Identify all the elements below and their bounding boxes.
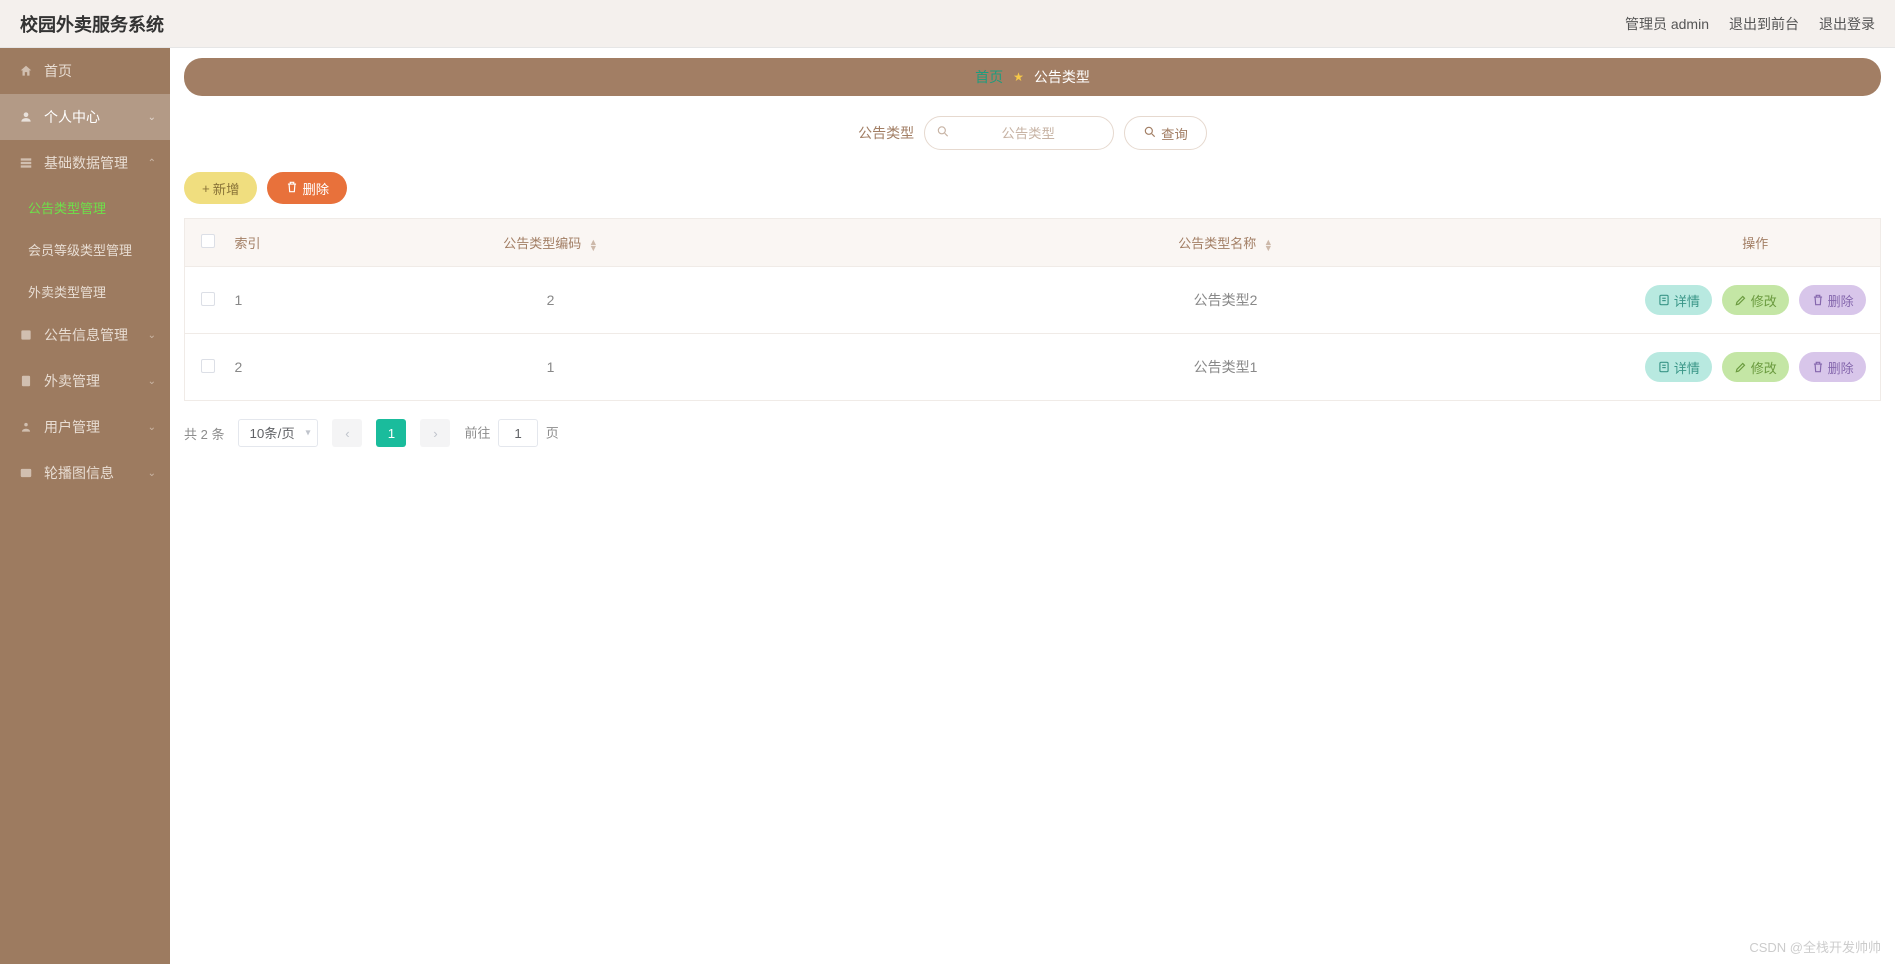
next-page-button[interactable]: › xyxy=(420,419,450,447)
users-icon xyxy=(18,420,34,434)
edit-button[interactable]: 修改 xyxy=(1722,285,1789,315)
search-row: 公告类型 查询 xyxy=(184,116,1881,150)
sidebar-label: 首页 xyxy=(44,61,72,81)
sidebar-item-carousel[interactable]: 轮播图信息 ⌄ xyxy=(0,450,170,496)
user-icon xyxy=(18,110,34,124)
search-icon xyxy=(1143,125,1157,142)
sidebar-label: 个人中心 xyxy=(44,107,100,127)
chevron-down-icon: ⌄ xyxy=(148,376,156,387)
query-label: 查询 xyxy=(1161,124,1188,143)
data-table: 索引 公告类型编码 ▲▼ 公告类型名称 ▲▼ 操作 1 2 公告类型2 详情 xyxy=(184,218,1881,401)
notice-icon xyxy=(18,328,34,342)
breadcrumb-home[interactable]: 首页 xyxy=(975,67,1003,87)
sidebar: 首页 个人中心 ⌄ 基础数据管理 ⌃ 公告类型管理 会员等级类型管理 外卖类型管… xyxy=(0,48,170,964)
select-all-checkbox[interactable] xyxy=(201,234,215,248)
header: 校园外卖服务系统 管理员 admin 退出到前台 退出登录 xyxy=(0,0,1895,48)
header-name[interactable]: 公告类型名称 ▲▼ xyxy=(821,219,1631,267)
delete-label: 删除 xyxy=(302,179,329,198)
sort-icon: ▲▼ xyxy=(589,239,598,251)
chevron-down-icon: ⌄ xyxy=(148,330,156,341)
sidebar-item-home[interactable]: 首页 xyxy=(0,48,170,94)
cell-code: 1 xyxy=(281,334,821,401)
sidebar-label: 公告信息管理 xyxy=(44,325,128,345)
home-icon xyxy=(18,64,34,78)
cell-name: 公告类型1 xyxy=(821,334,1631,401)
row-checkbox[interactable] xyxy=(201,359,215,373)
delivery-icon xyxy=(18,374,34,388)
pagination-total: 共 2 条 xyxy=(184,424,224,443)
sidebar-label: 用户管理 xyxy=(44,417,100,437)
sidebar-label: 轮播图信息 xyxy=(44,463,114,483)
data-icon xyxy=(18,156,34,170)
cell-index: 2 xyxy=(231,334,281,401)
admin-label[interactable]: 管理员 admin xyxy=(1625,14,1709,34)
star-icon: ★ xyxy=(1013,70,1024,84)
table-row: 1 2 公告类型2 详情 修改 删除 xyxy=(185,267,1881,334)
edit-button[interactable]: 修改 xyxy=(1722,352,1789,382)
image-icon xyxy=(18,466,34,480)
breadcrumb: 首页 ★ 公告类型 xyxy=(184,58,1881,96)
header-code[interactable]: 公告类型编码 ▲▼ xyxy=(281,219,821,267)
table-row: 2 1 公告类型1 详情 修改 删除 xyxy=(185,334,1881,401)
detail-button[interactable]: 详情 xyxy=(1645,352,1712,382)
row-checkbox[interactable] xyxy=(201,292,215,306)
chevron-up-icon: ⌃ xyxy=(148,158,156,169)
pagination: 共 2 条 10条/页 ‹ 1 › 前往 页 xyxy=(184,419,1881,447)
sidebar-item-notice-type[interactable]: 公告类型管理 xyxy=(0,186,170,228)
cell-name: 公告类型2 xyxy=(821,267,1631,334)
add-button[interactable]: + 新增 xyxy=(184,172,257,204)
add-label: 新增 xyxy=(213,179,240,198)
goto-suffix: 页 xyxy=(546,426,559,441)
main-content: 首页 ★ 公告类型 公告类型 查询 + 新增 删除 xyxy=(170,48,1895,964)
plus-icon: + xyxy=(202,181,210,196)
watermark: CSDN @全栈开发帅帅 xyxy=(1749,937,1881,956)
cell-code: 2 xyxy=(281,267,821,334)
sidebar-item-personal[interactable]: 个人中心 ⌄ xyxy=(0,94,170,140)
sidebar-item-user[interactable]: 用户管理 ⌄ xyxy=(0,404,170,450)
page-size-select[interactable]: 10条/页 xyxy=(238,419,318,447)
goto-page-input[interactable] xyxy=(498,419,538,447)
back-to-front-link[interactable]: 退出到前台 xyxy=(1729,14,1799,34)
sidebar-item-member-level[interactable]: 会员等级类型管理 xyxy=(0,228,170,270)
sidebar-label: 基础数据管理 xyxy=(44,153,128,173)
header-action: 操作 xyxy=(1631,219,1881,267)
sidebar-item-delivery[interactable]: 外卖管理 ⌄ xyxy=(0,358,170,404)
header-index: 索引 xyxy=(231,219,281,267)
query-button[interactable]: 查询 xyxy=(1124,116,1207,150)
chevron-down-icon: ⌄ xyxy=(148,112,156,123)
search-icon xyxy=(936,125,950,142)
row-delete-button[interactable]: 删除 xyxy=(1799,285,1866,315)
cell-index: 1 xyxy=(231,267,281,334)
trash-icon xyxy=(285,180,299,197)
header-right: 管理员 admin 退出到前台 退出登录 xyxy=(1625,14,1875,34)
prev-page-button[interactable]: ‹ xyxy=(332,419,362,447)
chevron-down-icon: ⌄ xyxy=(148,422,156,433)
sidebar-label: 外卖管理 xyxy=(44,371,100,391)
logout-link[interactable]: 退出登录 xyxy=(1819,14,1875,34)
detail-button[interactable]: 详情 xyxy=(1645,285,1712,315)
page-number-button[interactable]: 1 xyxy=(376,419,406,447)
breadcrumb-current: 公告类型 xyxy=(1034,67,1090,87)
goto-prefix: 前往 xyxy=(464,426,490,441)
search-input[interactable] xyxy=(924,116,1114,150)
app-title: 校园外卖服务系统 xyxy=(20,11,164,37)
sidebar-item-notice-info[interactable]: 公告信息管理 ⌄ xyxy=(0,312,170,358)
search-label: 公告类型 xyxy=(858,123,914,143)
sidebar-item-delivery-type[interactable]: 外卖类型管理 xyxy=(0,270,170,312)
row-delete-button[interactable]: 删除 xyxy=(1799,352,1866,382)
sort-icon: ▲▼ xyxy=(1264,239,1273,251)
action-buttons: + 新增 删除 xyxy=(184,172,1881,204)
sidebar-item-basic[interactable]: 基础数据管理 ⌃ xyxy=(0,140,170,186)
delete-button[interactable]: 删除 xyxy=(267,172,347,204)
chevron-down-icon: ⌄ xyxy=(148,468,156,479)
